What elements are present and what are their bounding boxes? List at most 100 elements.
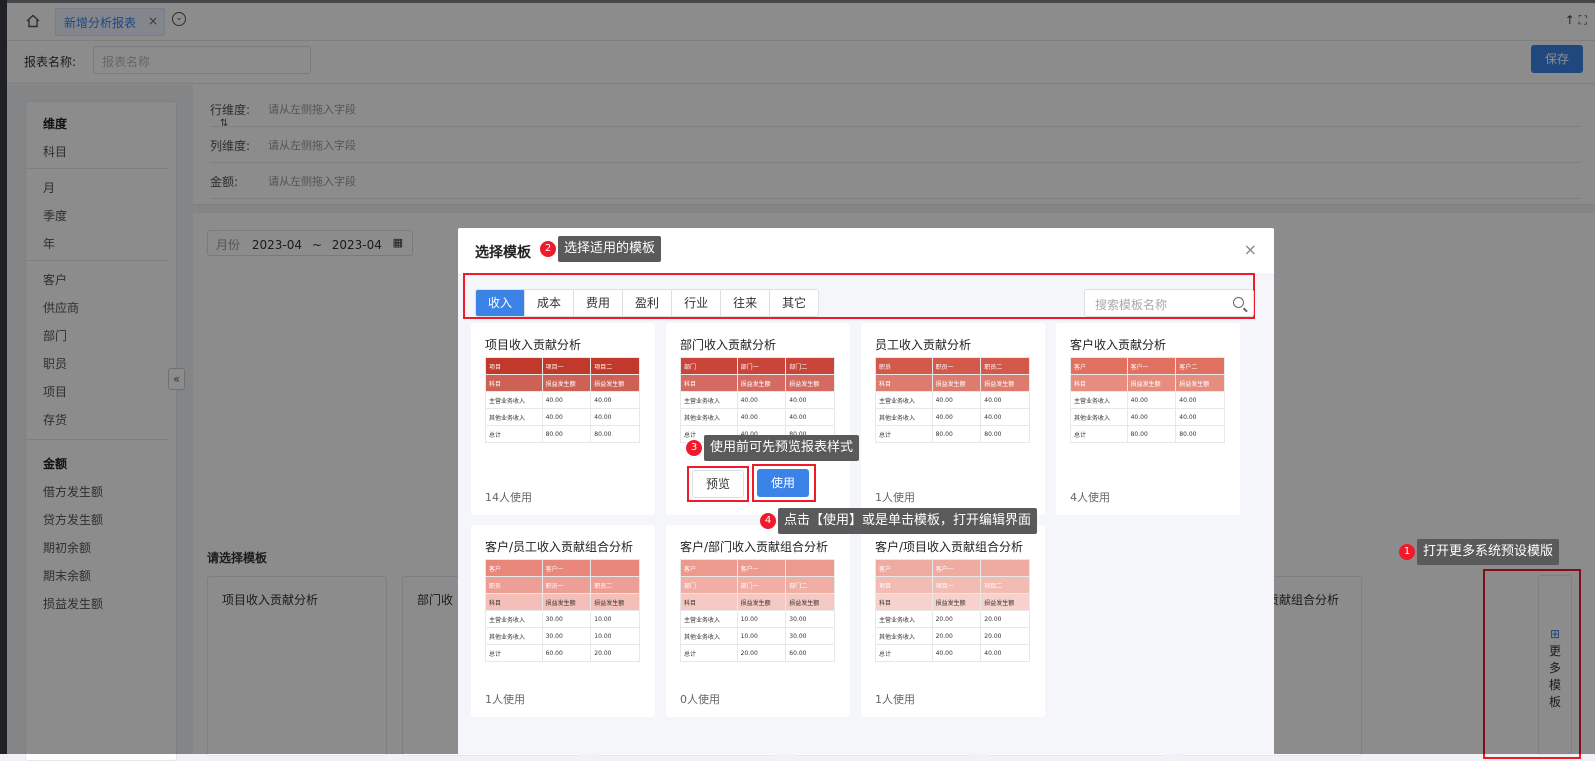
thumbnail-row: 客户 客户一 客户二	[1070, 357, 1225, 375]
thumbnail-cell: 科目	[485, 593, 543, 611]
thumbnail-cell: 40.00	[1126, 408, 1177, 426]
thumbnail-row: 主营业务收入 40.00 40.00	[680, 391, 835, 409]
thumbnail-cell: 80.00	[1175, 425, 1225, 443]
thumbnail-cell: 损益发生额	[785, 374, 835, 392]
thumbnail-cell: 其他业务收入	[875, 627, 933, 645]
thumbnail-cell: 客户一	[931, 559, 982, 577]
thumbnail-cell: 40.00	[980, 644, 1030, 662]
thumbnail-cell: 职员一	[541, 576, 592, 594]
thumbnail-cell: 损益发生额	[785, 593, 835, 611]
thumbnail-row: 科目 损益发生额 损益发生额	[485, 593, 640, 611]
thumbnail-row: 总计 60.00 20.00	[485, 644, 640, 662]
thumbnail-cell: 损益发生额	[541, 593, 592, 611]
thumbnail-cell: 10.00	[590, 627, 640, 645]
thumbnail-row: 职员 职员一 职员二	[875, 357, 1030, 375]
tab-transactions[interactable]: 往来	[721, 290, 771, 316]
close-icon[interactable]: ×	[1244, 240, 1257, 259]
preview-button[interactable]: 预览	[692, 470, 744, 498]
thumbnail-cell: 科目	[680, 593, 738, 611]
template-search-input[interactable]: 搜索模板名称	[1084, 289, 1254, 317]
thumbnail-row: 其他业务收入 40.00 40.00	[1070, 408, 1225, 426]
tab-other[interactable]: 其它	[770, 290, 818, 316]
thumbnail-cell: 损益发生额	[590, 374, 640, 392]
thumbnail-cell: 总计	[680, 644, 738, 662]
search-icon[interactable]	[1233, 297, 1244, 308]
tab-profit[interactable]: 盈利	[623, 290, 673, 316]
thumbnail-cell: 部门一	[736, 576, 787, 594]
use-button[interactable]: 使用	[757, 469, 809, 497]
thumbnail-cell: 项目	[875, 576, 933, 594]
template-thumbnail-table: 客户 客户一 项目 项目一 项目二 科目 损益发生额 损益发生额 主营业务收入 20.00 20.0…	[875, 559, 1030, 662]
thumbnail-cell: 60.00	[541, 644, 592, 662]
thumbnail-cell: 科目	[680, 374, 738, 392]
tab-income[interactable]: 收入	[476, 290, 526, 316]
template-thumbnail-table: 客户 客户一 部门 部门一 部门二 科目 损益发生额 损益发生额 主营业务收入 10.00 30.0…	[680, 559, 835, 662]
tab-cost[interactable]: 成本	[525, 290, 575, 316]
thumbnail-cell: 客户	[485, 559, 543, 577]
thumbnail-cell: 总计	[485, 425, 543, 443]
thumbnail-cell: 40.00	[736, 391, 787, 409]
thumbnail-cell	[590, 559, 640, 577]
template-card[interactable]: 客户/部门收入贡献组合分析 客户 客户一 部门 部门一 部门二 科目 损益发生额 损益发生额 主营…	[666, 525, 850, 717]
thumbnail-row: 部门 部门一 部门二	[680, 357, 835, 375]
tab-expense[interactable]: 费用	[574, 290, 624, 316]
thumbnail-cell: 10.00	[590, 610, 640, 628]
template-card[interactable]: 客户收入贡献分析 客户 客户一 客户二 科目 损益发生额 损益发生额 主营业务收入 40.00 4…	[1056, 323, 1240, 515]
thumbnail-cell: 总计	[875, 644, 933, 662]
thumbnail-row: 科目 损益发生额 损益发生额	[485, 374, 640, 392]
thumbnail-cell: 40.00	[1126, 391, 1177, 409]
tooltip-step-1: 打开更多系统预设模版	[1417, 539, 1560, 565]
thumbnail-cell: 主营业务收入	[485, 391, 543, 409]
thumbnail-cell: 损益发生额	[541, 374, 592, 392]
template-thumbnail-table: 部门 部门一 部门二 科目 损益发生额 损益发生额 主营业务收入 40.00 40.00 其他业务…	[680, 357, 835, 443]
thumbnail-row: 科目 损益发生额 损益发生额	[875, 593, 1030, 611]
tab-industry[interactable]: 行业	[672, 290, 722, 316]
thumbnail-cell: 项目	[485, 357, 543, 375]
thumbnail-row: 职员 职员一 职员二	[485, 576, 640, 594]
thumbnail-cell: 职员一	[931, 357, 982, 375]
thumbnail-row: 项目 项目一 项目二	[485, 357, 640, 375]
thumbnail-cell: 40.00	[1175, 408, 1225, 426]
usage-count: 0人使用	[680, 693, 720, 706]
thumbnail-cell: 项目一	[541, 357, 592, 375]
template-card[interactable]: 项目收入贡献分析 项目 项目一 项目二 科目 损益发生额 损益发生额 主营业务收入 40.00 4…	[471, 323, 655, 515]
template-card[interactable]: 员工收入贡献分析 职员 职员一 职员二 科目 损益发生额 损益发生额 主营业务收入 40.00 4…	[861, 323, 1045, 515]
thumbnail-row: 总计 40.00 40.00	[875, 644, 1030, 662]
usage-count: 1人使用	[875, 693, 915, 706]
thumbnail-cell: 职员	[875, 357, 933, 375]
thumbnail-cell: 主营业务收入	[485, 610, 543, 628]
thumbnail-row: 总计 20.00 60.00	[680, 644, 835, 662]
thumbnail-cell: 总计	[1070, 425, 1128, 443]
template-thumbnail-table: 客户 客户一 职员 职员一 职员二 科目 损益发生额 损益发生额 主营业务收入 30.00 10.0…	[485, 559, 640, 662]
template-thumbnail-table: 职员 职员一 职员二 科目 损益发生额 损益发生额 主营业务收入 40.00 40.00 其他业务…	[875, 357, 1030, 443]
thumbnail-cell: 其他业务收入	[1070, 408, 1128, 426]
thumbnail-cell: 30.00	[541, 627, 592, 645]
thumbnail-row: 总计 80.00 80.00	[875, 425, 1030, 443]
thumbnail-cell: 客户	[875, 559, 933, 577]
thumbnail-cell: 40.00	[785, 391, 835, 409]
template-card[interactable]: 客户/项目收入贡献组合分析客户 客户一 项目 项目一 项目二 科目 损益发生额 损益发生额 主营…	[861, 525, 1045, 717]
thumbnail-cell: 科目	[875, 374, 933, 392]
template-card[interactable]: 客户/员工收入贡献组合分析 客户 客户一 职员 职员一 职员二 科目 损益发生额 损益发生额 主营…	[471, 525, 655, 717]
thumbnail-cell: 40.00	[980, 408, 1030, 426]
thumbnail-row: 其他业务收入 30.00 10.00	[485, 627, 640, 645]
thumbnail-cell: 总计	[485, 644, 543, 662]
template-thumbnail-table: 项目 项目一 项目二 科目 损益发生额 损益发生额 主营业务收入 40.00 40.00 其他业务…	[485, 357, 640, 443]
thumbnail-row: 客户 客户一	[875, 559, 1030, 577]
thumbnail-row: 主营业务收入 40.00 40.00	[1070, 391, 1225, 409]
thumbnail-cell: 其他业务收入	[680, 408, 738, 426]
thumbnail-cell: 40.00	[980, 391, 1030, 409]
thumbnail-row: 项目 项目一 项目二	[875, 576, 1030, 594]
thumbnail-cell: 40.00	[785, 408, 835, 426]
usage-count: 1人使用	[875, 491, 915, 504]
template-thumbnail-table: 客户 客户一 客户二 科目 损益发生额 损益发生额 主营业务收入 40.00 40.00 其他业务…	[1070, 357, 1225, 443]
thumbnail-cell: 主营业务收入	[875, 610, 933, 628]
thumbnail-cell: 主营业务收入	[875, 391, 933, 409]
template-title: 客户/项目收入贡献组合分析	[875, 540, 1024, 554]
usage-count: 1人使用	[485, 693, 525, 706]
thumbnail-cell: 30.00	[785, 627, 835, 645]
thumbnail-cell: 其他业务收入	[875, 408, 933, 426]
thumbnail-row: 部门 部门一 部门二	[680, 576, 835, 594]
thumbnail-cell: 客户	[1070, 357, 1128, 375]
thumbnail-cell: 科目	[1070, 374, 1128, 392]
